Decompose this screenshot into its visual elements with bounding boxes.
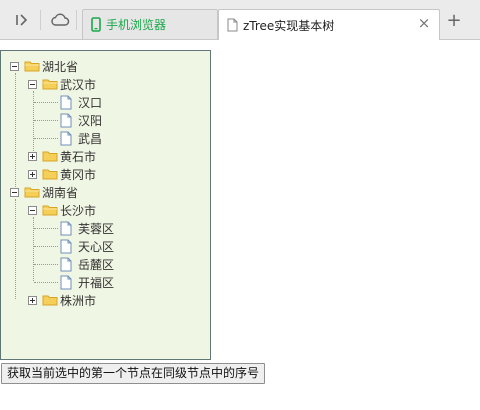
ztree-panel: 湖北省 武汉市 汉口 汉阳 武昌 黄石市 黄冈市 湖南省 长沙市 芙蓉区 天心区… <box>0 50 211 360</box>
tree-node-folder[interactable]: 武汉市 <box>28 75 97 93</box>
folder-icon <box>42 148 58 164</box>
tree-node-leaf[interactable]: 武昌 <box>60 129 103 147</box>
tree-node-label: 黄石市 <box>60 149 97 164</box>
expand-toggle-icon[interactable] <box>28 151 37 161</box>
tab-label: 手机浏览器 <box>106 18 167 32</box>
tree-node-label: 天心区 <box>78 239 115 254</box>
tree-node-label: 湖北省 <box>42 59 79 74</box>
tree-node-label: 株洲市 <box>60 293 97 308</box>
tree-connector <box>34 246 58 247</box>
tree-connector <box>34 264 58 265</box>
tab-ztree-basic[interactable]: zTree实现基本树 × <box>218 9 440 40</box>
collapse-toggle-icon[interactable] <box>28 79 37 89</box>
tree-node-label: 长沙市 <box>60 203 97 218</box>
tree-node-label: 开福区 <box>78 275 115 290</box>
document-icon <box>60 94 76 110</box>
tab-mobile-browser[interactable]: 手机浏览器 <box>82 9 218 39</box>
folder-open-icon <box>42 76 58 92</box>
tree-connector <box>15 199 16 299</box>
tree-node-leaf[interactable]: 汉阳 <box>60 111 103 129</box>
tree-connector <box>34 282 58 283</box>
collapse-toggle-icon[interactable] <box>10 61 19 71</box>
tree-connector <box>34 120 58 121</box>
document-icon <box>60 238 76 254</box>
document-icon <box>60 274 76 290</box>
tree-connector <box>34 138 58 139</box>
tree-connector <box>34 228 58 229</box>
tree-node-leaf[interactable]: 岳麓区 <box>60 255 115 273</box>
tree-node-label: 汉口 <box>78 95 103 110</box>
tree-connector <box>33 217 34 281</box>
tree-connector <box>15 73 16 191</box>
tree-node-label: 芙蓉区 <box>78 221 115 236</box>
tree-node-folder[interactable]: 湖北省 <box>10 57 79 75</box>
collapse-toggle-icon[interactable] <box>28 205 37 215</box>
tree-node-label: 汉阳 <box>78 113 103 128</box>
tree-node-leaf[interactable]: 汉口 <box>60 93 103 111</box>
folder-open-icon <box>24 58 40 74</box>
browser-tab-bar: 手机浏览器 zTree实现基本树 × + <box>0 0 480 40</box>
tree-node-label: 黄冈市 <box>60 167 97 182</box>
folder-open-icon <box>42 202 58 218</box>
folder-open-icon <box>24 184 40 200</box>
tree-node-folder[interactable]: 湖南省 <box>10 183 79 201</box>
sidebar-toggle-icon[interactable] <box>12 11 32 29</box>
tab-label: zTree实现基本树 <box>243 18 335 33</box>
expand-toggle-icon[interactable] <box>28 169 37 179</box>
tree-node-leaf[interactable]: 开福区 <box>60 273 115 291</box>
tree-node-folder[interactable]: 长沙市 <box>28 201 97 219</box>
document-icon <box>60 112 76 128</box>
tree-node-label: 湖南省 <box>42 185 79 200</box>
get-node-index-button[interactable]: 获取当前选中的第一个节点在同级节点中的序号 <box>1 363 266 384</box>
folder-icon <box>42 166 58 182</box>
tree-node-folder[interactable]: 株洲市 <box>28 291 97 309</box>
document-icon <box>60 220 76 236</box>
document-icon <box>227 18 238 32</box>
expand-toggle-icon[interactable] <box>28 295 37 305</box>
cloud-icon[interactable] <box>50 11 70 29</box>
document-icon <box>60 256 76 272</box>
tree-node-label: 岳麓区 <box>78 257 115 272</box>
tree-node-label: 武昌 <box>78 131 103 146</box>
tree-node-folder[interactable]: 黄石市 <box>28 147 97 165</box>
tree-connector <box>33 91 34 155</box>
toolbar-divider <box>76 10 77 30</box>
collapse-toggle-icon[interactable] <box>10 187 19 197</box>
folder-icon <box>42 292 58 308</box>
tree-node-folder[interactable]: 黄冈市 <box>28 165 97 183</box>
tree-node-label: 武汉市 <box>60 77 97 92</box>
close-icon[interactable]: × <box>417 16 431 31</box>
tree-node-leaf[interactable]: 芙蓉区 <box>60 219 115 237</box>
new-tab-button[interactable]: + <box>444 12 464 32</box>
tree-node-leaf[interactable]: 天心区 <box>60 237 115 255</box>
mobile-phone-icon <box>91 17 101 32</box>
toolbar-divider <box>40 10 41 30</box>
tree-connector <box>34 102 58 103</box>
document-icon <box>60 130 76 146</box>
